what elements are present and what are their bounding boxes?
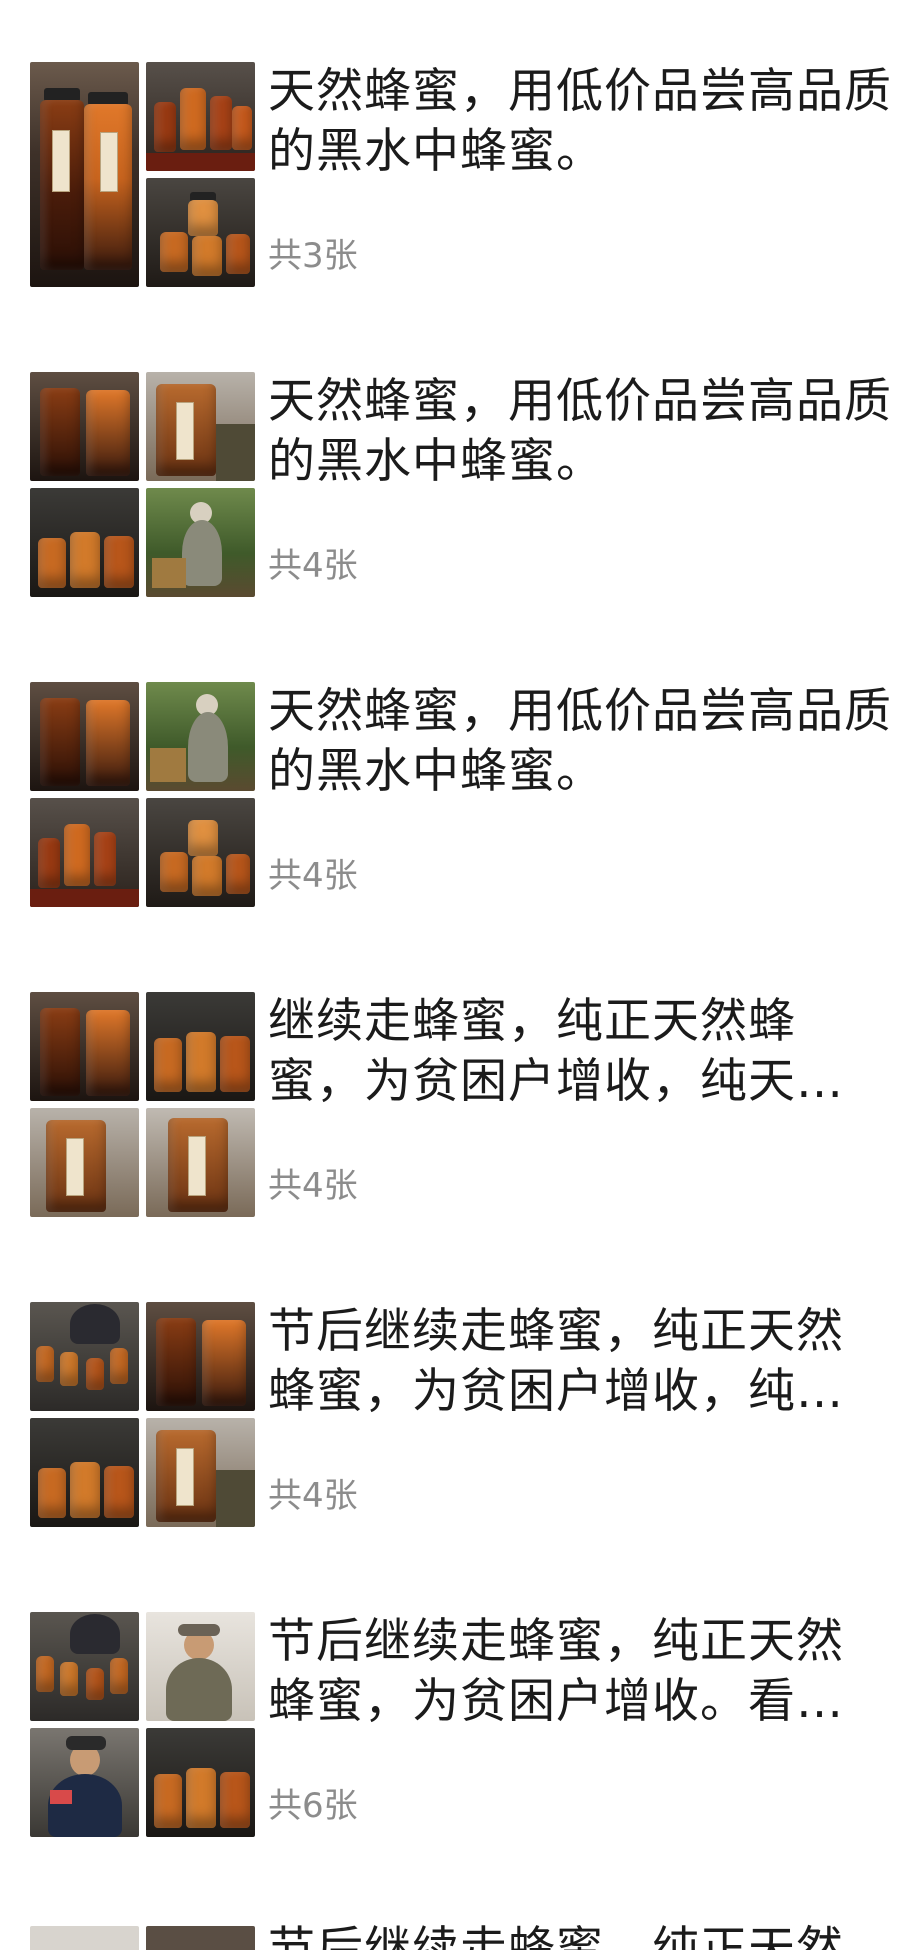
honey-jars-table-photo [146,62,255,171]
post-thumbnail [30,1926,139,1950]
album-post[interactable]: 节后继续走蜂蜜，纯正天然 蜂蜜，为贫困户增收，纯… 共4张 [0,1240,901,1527]
honey-bottles-photo [30,62,139,287]
post-thumbnail-grid[interactable] [30,992,255,1217]
photo-count: 共4张 [268,856,358,896]
album-post-partial[interactable]: 节后继续走蜂蜜，纯正天然 [0,1914,901,1950]
post-title[interactable]: 节后继续走蜂蜜，纯正天然 蜂蜜，为贫困户增收。看… [268,1612,893,1732]
honey-jars-row-photo [30,1418,139,1527]
post-title[interactable]: 继续走蜂蜜，纯正天然蜂 蜜，为贫困户增收，纯天… [268,992,893,1112]
honey-jars-row-photo [30,488,139,597]
honey-bottles-photo [146,1302,255,1411]
labeled-honey-jar-photo [30,1108,139,1217]
labeled-honey-jar-photo [146,1418,255,1527]
honey-jars-row-photo [146,992,255,1101]
post-thumbnail-grid[interactable] [30,1612,255,1837]
photo-count: 共6张 [268,1786,358,1826]
album-post[interactable]: 天然蜂蜜，用低价品尝高品质的黑水中蜂蜜。 共3张 [0,0,901,287]
elderly-man-seated-photo [30,1728,139,1837]
post-thumbnail-grid[interactable] [30,372,255,597]
album-post[interactable]: 天然蜂蜜，用低价品尝高品质的黑水中蜂蜜。 共4张 [0,620,901,907]
photo-count: 共4张 [268,1166,358,1206]
honey-jars-close-photo [146,798,255,907]
post-title[interactable]: 节后继续走蜂蜜，纯正天然 [268,1920,844,1950]
post-title[interactable]: 天然蜂蜜，用低价品尝高品质的黑水中蜂蜜。 [268,372,893,492]
beekeeper-photo [146,488,255,597]
photo-count: 共4张 [268,1476,358,1516]
honey-jars-close-photo [146,178,255,287]
honey-bottles-photo [30,682,139,791]
honey-sellers-photo [30,1612,139,1721]
honey-sellers-photo [30,1302,139,1411]
elderly-man-photo [146,1612,255,1721]
labeled-honey-jar-photo [146,372,255,481]
post-thumbnail-grid[interactable] [30,682,255,907]
honey-bottles-photo [30,992,139,1101]
post-title[interactable]: 天然蜂蜜，用低价品尝高品质的黑水中蜂蜜。 [268,682,893,802]
honey-bottles-photo [30,372,139,481]
album-post[interactable]: 天然蜂蜜，用低价品尝高品质的黑水中蜂蜜。 共4张 [0,310,901,597]
post-thumbnail-grid[interactable] [30,1302,255,1527]
album-post[interactable]: 节后继续走蜂蜜，纯正天然 蜂蜜，为贫困户增收。看… 共6张 [0,1550,901,1837]
beekeeper-photo [146,682,255,791]
post-title[interactable]: 天然蜂蜜，用低价品尝高品质的黑水中蜂蜜。 [268,62,893,182]
photo-count: 共4张 [268,546,358,586]
honey-jars-table-photo [30,798,139,907]
album-post[interactable]: 继续走蜂蜜，纯正天然蜂 蜜，为贫困户增收，纯天… 共4张 [0,930,901,1217]
post-thumbnail-grid[interactable] [30,62,255,287]
post-thumbnail [146,1926,255,1950]
labeled-honey-jar-photo [146,1108,255,1217]
photo-count: 共3张 [268,236,358,276]
post-title[interactable]: 节后继续走蜂蜜，纯正天然 蜂蜜，为贫困户增收，纯… [268,1302,893,1422]
honey-jars-row-photo [146,1728,255,1837]
